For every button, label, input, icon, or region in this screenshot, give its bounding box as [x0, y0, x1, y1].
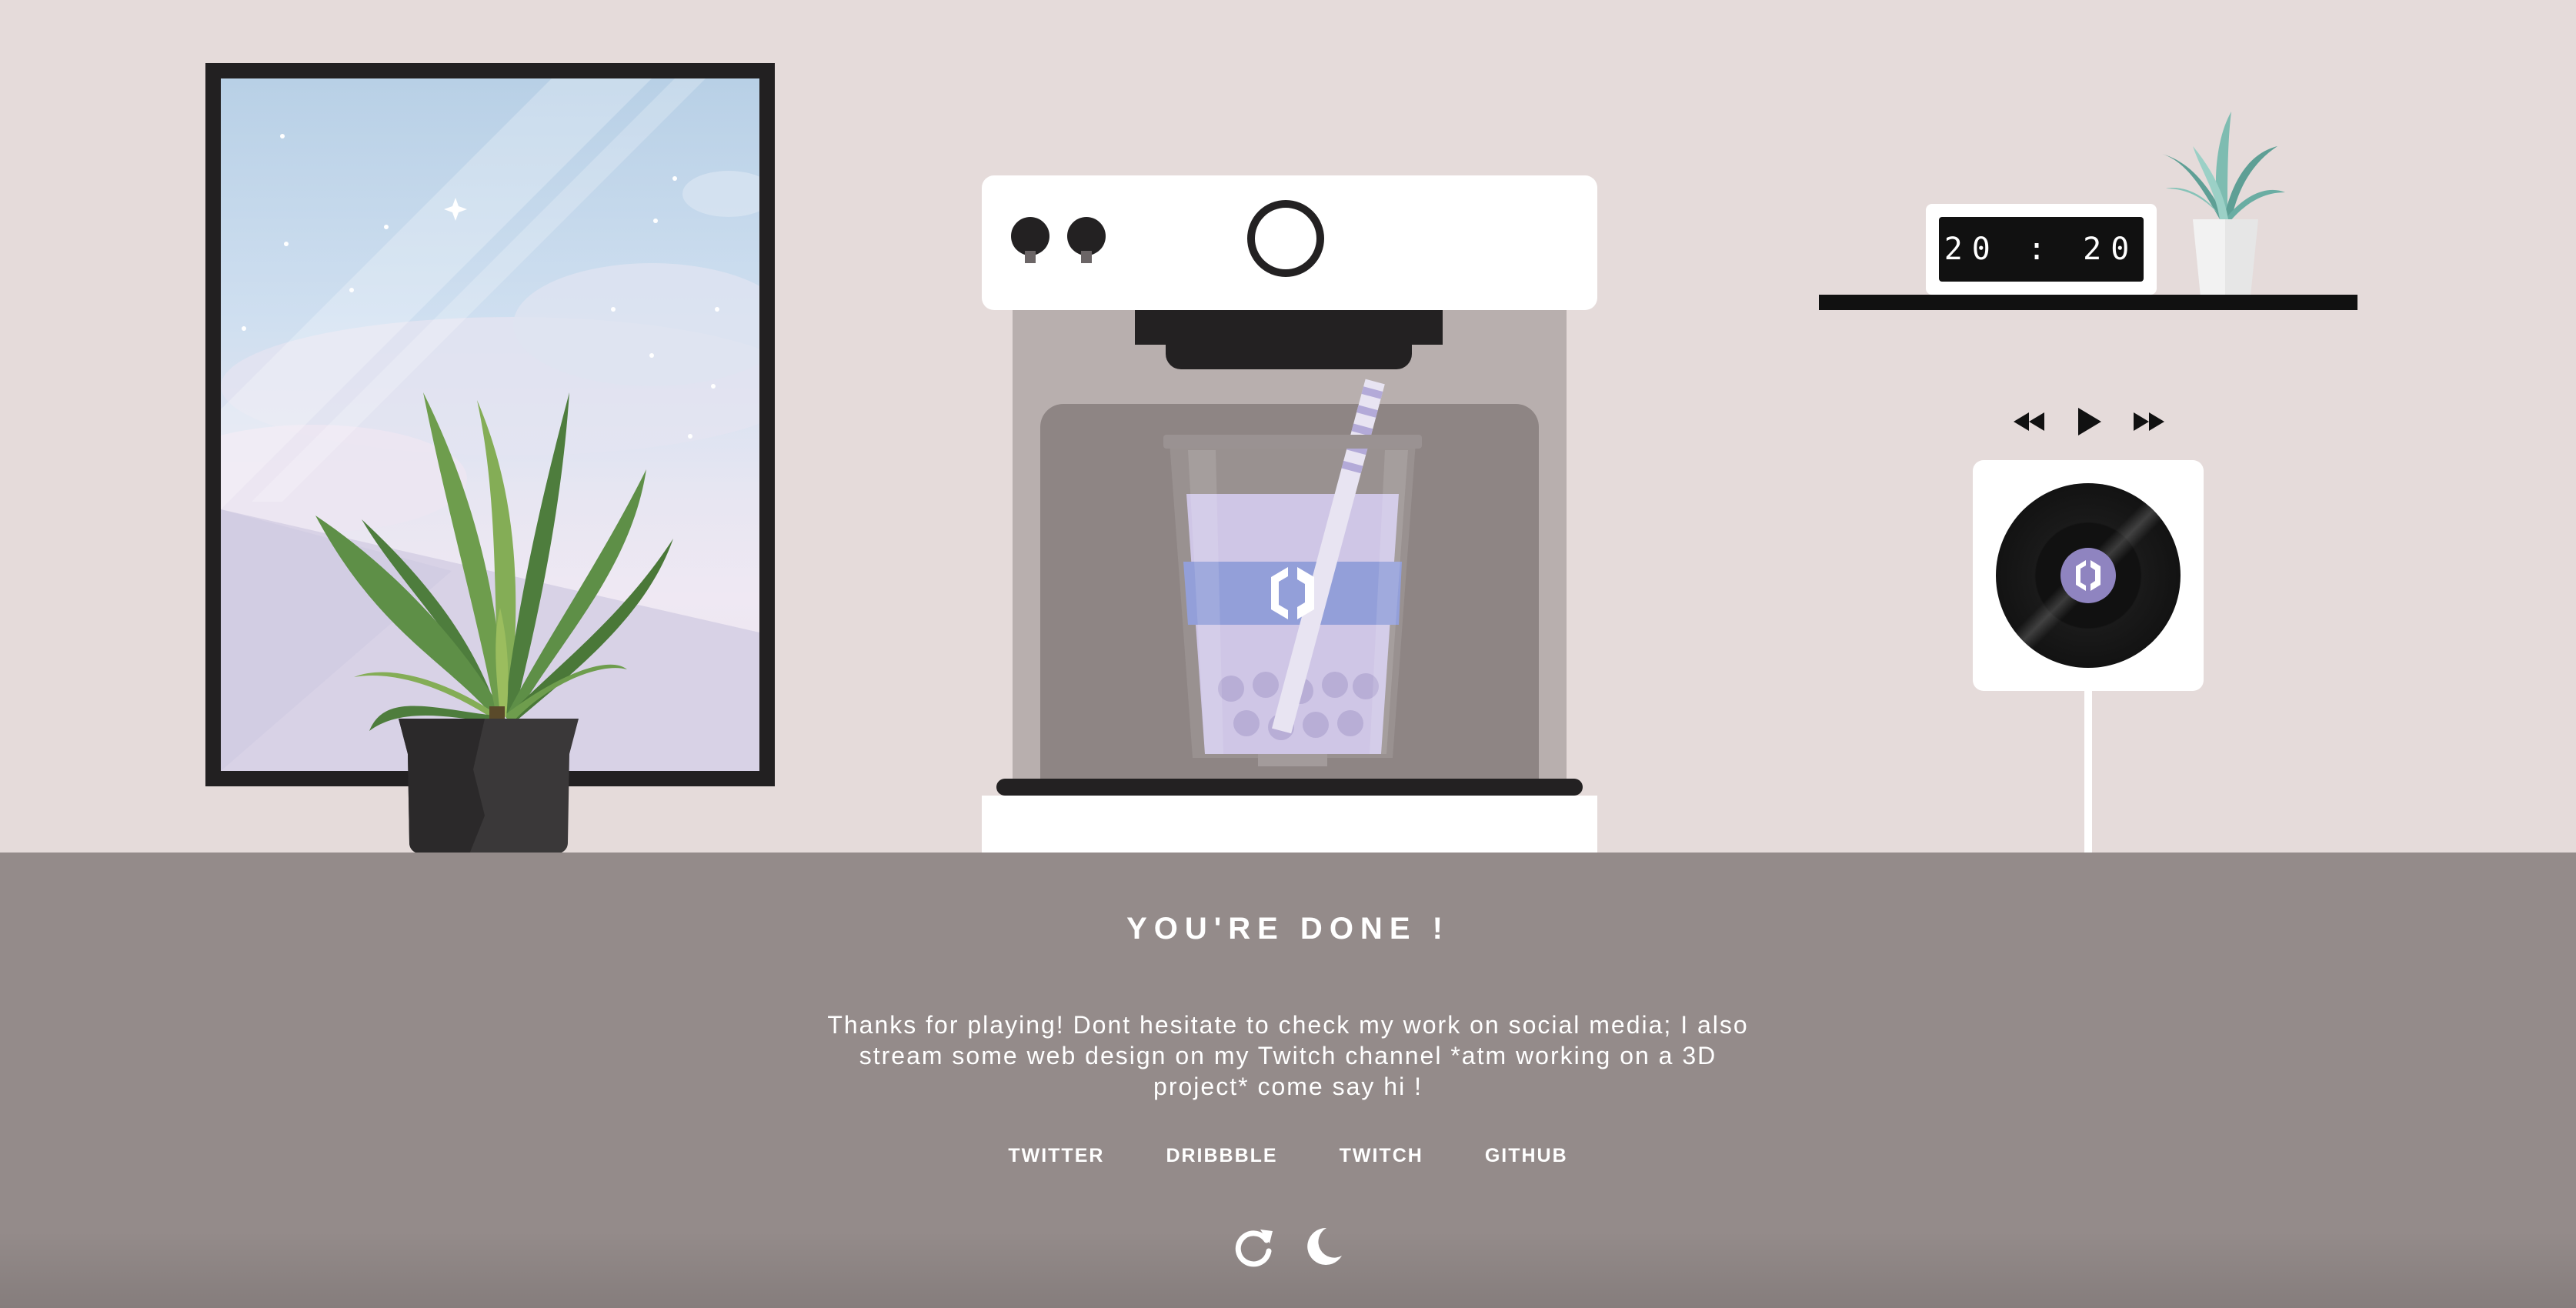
record-player: [1973, 460, 2204, 691]
replay-icon[interactable]: [1231, 1223, 1277, 1270]
machine-knob[interactable]: [1067, 217, 1106, 263]
vinyl-record[interactable]: [1996, 483, 2181, 668]
twitter-link[interactable]: TWITTER: [1008, 1145, 1104, 1167]
end-title: YOU'RE DONE !: [1126, 912, 1450, 946]
end-actions: [1231, 1222, 1345, 1271]
record-label-logo-icon: [2060, 548, 2116, 603]
drip-tray: [996, 779, 1583, 796]
coffee-machine-base: [982, 796, 1597, 853]
coffee-machine-top: [982, 175, 1597, 310]
plant-leaves: [315, 392, 673, 731]
wall-shelf: [1819, 295, 2357, 310]
player-stand: [2084, 691, 2092, 854]
dribbble-link[interactable]: DRIBBBLE: [1166, 1145, 1277, 1167]
machine-knob[interactable]: [1011, 217, 1049, 263]
moon-icon[interactable]: [1299, 1223, 1345, 1270]
digital-clock: 20 : 20: [1926, 204, 2157, 295]
rewind-icon[interactable]: [2012, 411, 2046, 432]
play-icon[interactable]: [2075, 406, 2103, 437]
clock-display: 20 : 20: [1939, 217, 2144, 282]
social-links: TWITTER DRIBBBLE TWITCH GITHUB: [0, 1145, 2576, 1167]
player-controls: [2012, 400, 2166, 442]
potted-plant: [315, 392, 673, 854]
twitch-link[interactable]: TWITCH: [1340, 1145, 1423, 1167]
bubble-tea-cup: [1163, 379, 1422, 766]
github-link[interactable]: GITHUB: [1485, 1145, 1568, 1167]
fast-forward-icon[interactable]: [2132, 411, 2166, 432]
end-message: Thanks for playing! Dont hesitate to che…: [827, 1011, 1749, 1100]
machine-power-button[interactable]: [1247, 200, 1324, 277]
plant-pot: [399, 719, 579, 854]
shelf-succulent: [2162, 112, 2285, 296]
coffee-machine-spout: [1166, 339, 1412, 369]
